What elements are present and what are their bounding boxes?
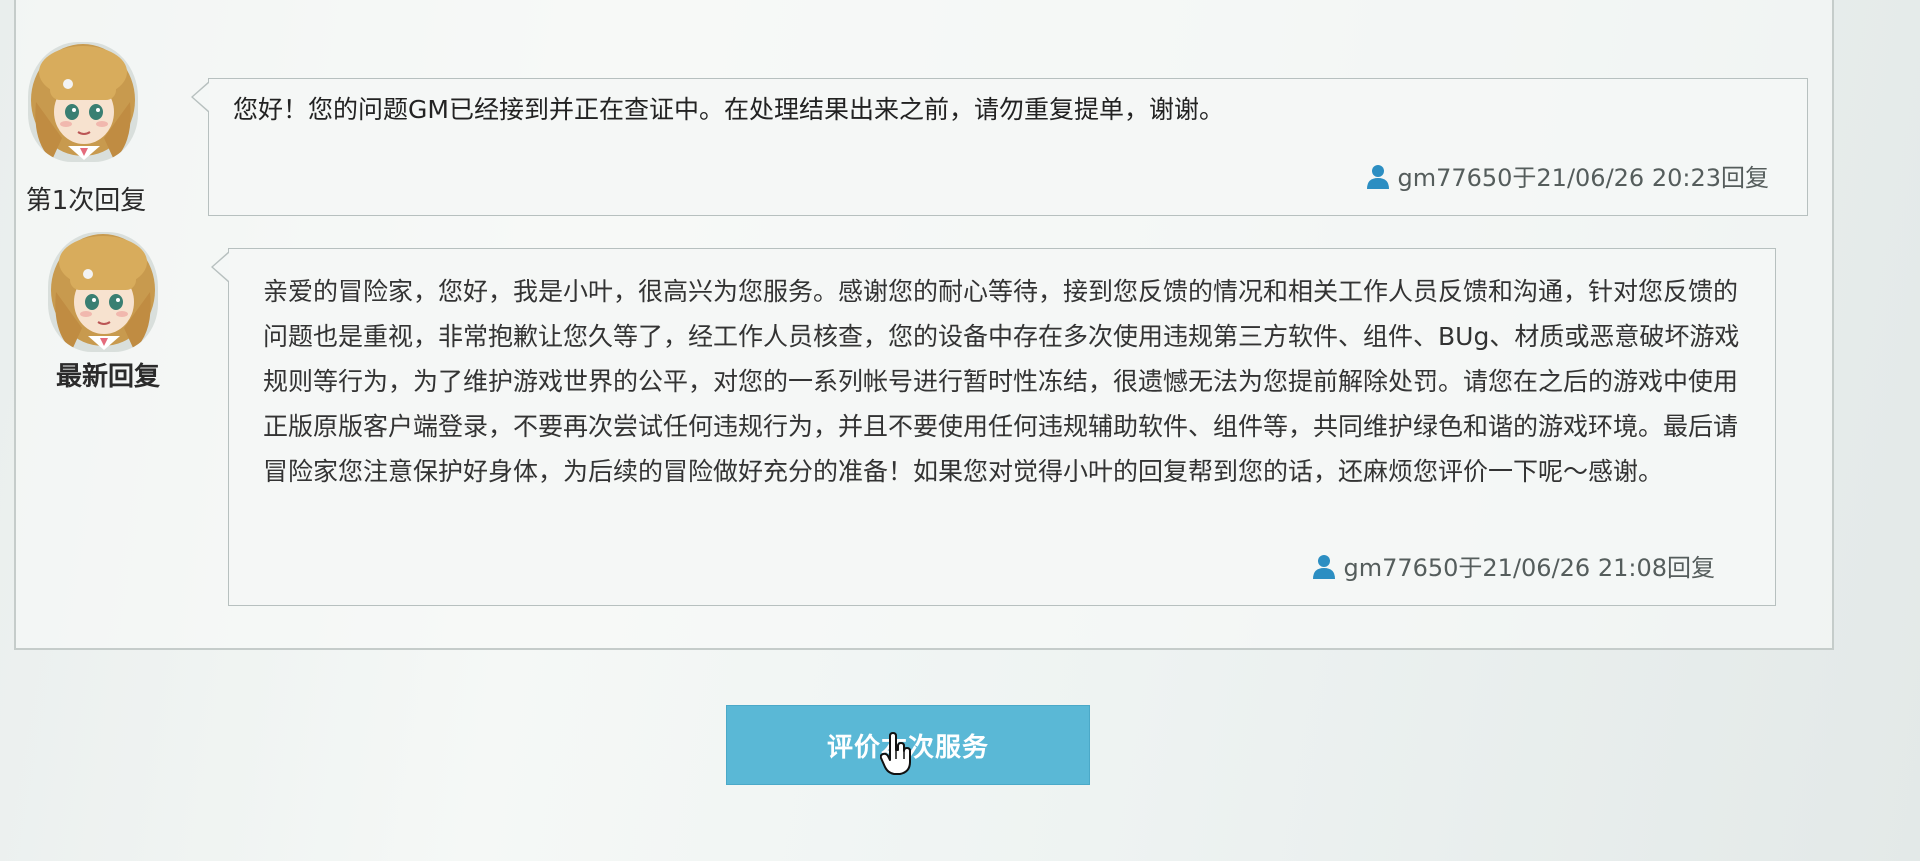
reply-caption: 最新回复 bbox=[55, 362, 160, 392]
ticket-reply-page: 第1次回复 您好！您的问题GM已经接到并正在查证中。在处理结果出来之前，请勿重复… bbox=[0, 0, 1920, 861]
reply-bubble: 亲爱的冒险家，您好，我是小叶，很高兴为您服务。感谢您的耐心等待，接到您反馈的情况… bbox=[211, 248, 1776, 606]
gm-avatar-icon bbox=[48, 232, 158, 352]
reply-caption: 第1次回复 bbox=[25, 186, 147, 216]
bubble-tail bbox=[191, 81, 209, 113]
reply-meta: gm77650于21/06/26 21:08回复 bbox=[1311, 548, 1715, 583]
hand-pointer-icon bbox=[879, 732, 914, 780]
reply-message: 您好！您的问题GM已经接到并正在查证中。在处理结果出来之前，请勿重复提单，谢谢。 bbox=[233, 95, 1224, 124]
user-icon bbox=[1311, 553, 1337, 579]
gm-avatar-icon bbox=[28, 42, 138, 162]
reply-meta: gm77650于21/06/26 20:23回复 bbox=[1365, 158, 1769, 193]
reply-author-time: gm77650于21/06/26 20:23回复 bbox=[1397, 164, 1769, 192]
reply-message: 亲爱的冒险家，您好，我是小叶，很高兴为您服务。感谢您的耐心等待，接到您反馈的情况… bbox=[263, 277, 1740, 486]
bubble-tail bbox=[211, 251, 229, 283]
reply-bubble: 您好！您的问题GM已经接到并正在查证中。在处理结果出来之前，请勿重复提单，谢谢。… bbox=[191, 78, 1808, 216]
reply-author-time: gm77650于21/06/26 21:08回复 bbox=[1343, 554, 1715, 582]
user-icon bbox=[1365, 163, 1391, 189]
